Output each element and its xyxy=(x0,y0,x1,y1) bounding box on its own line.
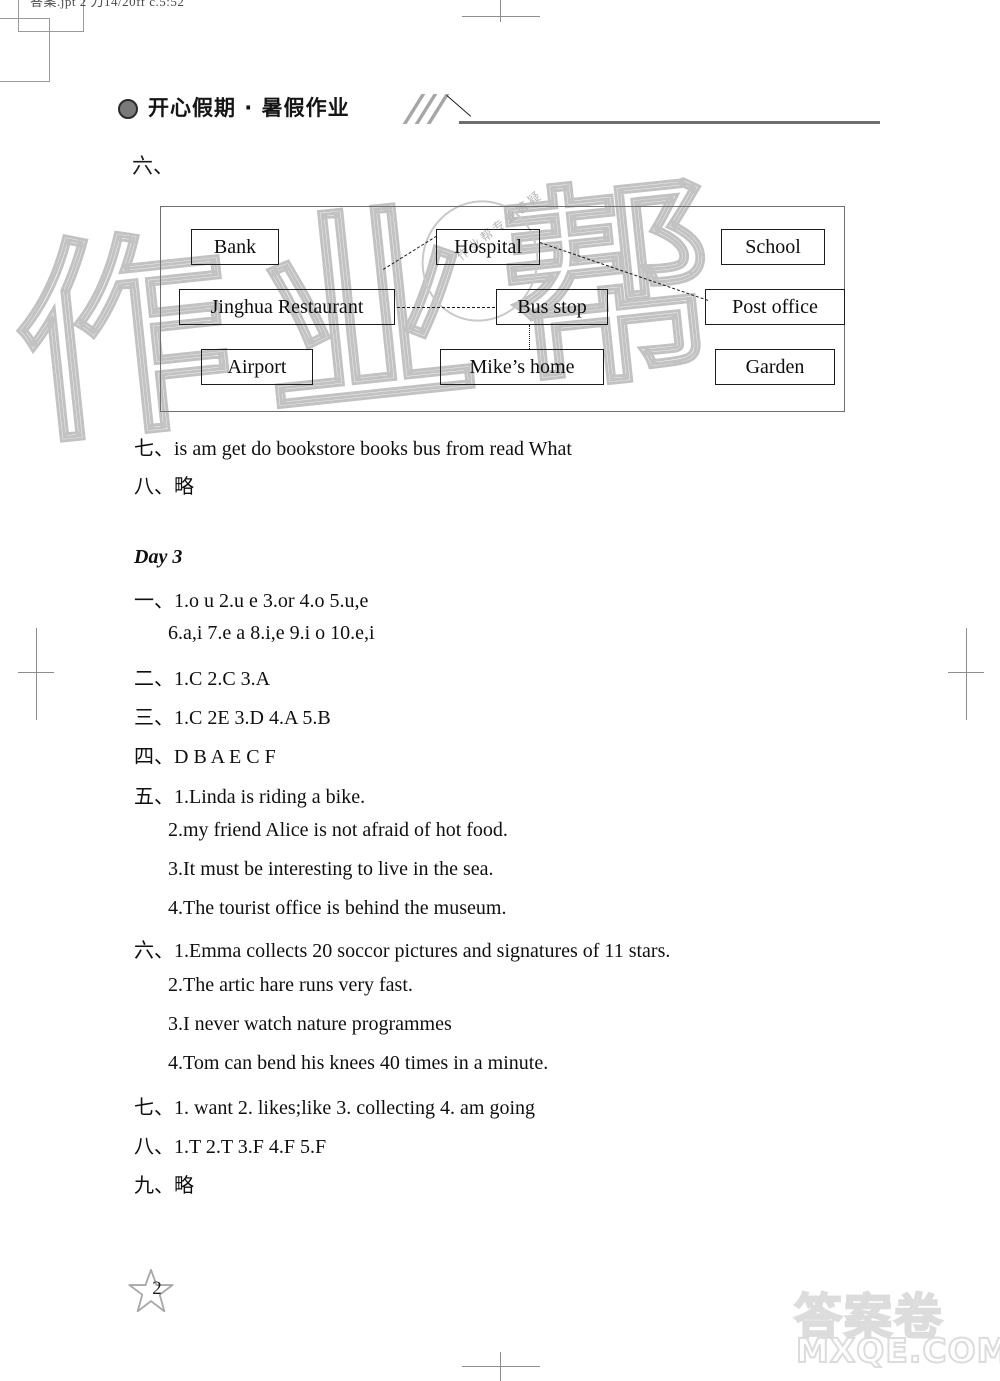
link-jinghua-to-busstop xyxy=(397,307,495,308)
answer-text: 2.my friend Alice is not afraid of hot f… xyxy=(168,819,508,841)
answer-text: 4.The tourist office is behind the museu… xyxy=(168,897,507,919)
link-busstop-to-mikeshome xyxy=(529,325,530,349)
answer-marker: 六、 xyxy=(134,938,174,962)
day-label: Day 3 xyxy=(134,546,183,568)
map-box-airport[interactable]: Airport xyxy=(201,349,313,385)
answer-marker: 八、 xyxy=(134,1134,174,1158)
day3-item-5-line-2: 2.my friend Alice is not afraid of hot f… xyxy=(168,819,508,842)
map-box-bank[interactable]: Bank xyxy=(191,229,279,265)
answer-text: 1.T 2.T 3.F 4.F 5.F xyxy=(174,1136,327,1158)
watermark-corner-en: MXQE.COM xyxy=(795,1330,1000,1371)
map-diagram: Bank Hospital School Jinghua Restaurant … xyxy=(160,206,845,412)
crop-mark-top-center-h xyxy=(462,16,540,17)
map-box-school[interactable]: School xyxy=(721,229,825,265)
crop-mark-bottom-center-h xyxy=(462,1366,540,1367)
answer-text: 略 xyxy=(174,474,194,498)
answer-text: 3.It must be interesting to live in the … xyxy=(168,858,494,880)
day3-item-1-line-1: 一、1.o u 2.u e 3.or 4.o 5.u,e xyxy=(134,584,368,613)
day3-item-4-line-1: 四、D B A E C F xyxy=(134,740,276,769)
answer-text: D B A E C F xyxy=(174,746,276,768)
answer-text: is am get do bookstore books bus from re… xyxy=(174,438,572,460)
crop-mark-left-h xyxy=(18,672,54,673)
page-top-cut-text: 答案.jpt 2 刀14/20ff c.5:52 xyxy=(30,0,185,9)
answer-text: 2.The artic hare runs very fast. xyxy=(168,974,413,996)
map-box-jinghua-restaurant[interactable]: Jinghua Restaurant xyxy=(179,289,395,325)
day3-item-7-line-1: 七、1. want 2. likes;like 3. collecting 4.… xyxy=(134,1091,535,1120)
answer-text: 1.o u 2.u e 3.or 4.o 5.u,e xyxy=(174,590,369,612)
answer-marker: 七、 xyxy=(134,1095,174,1119)
map-box-hospital[interactable]: Hospital xyxy=(436,229,540,265)
day3-item-6-line-3: 3.I never watch nature programmes xyxy=(168,1013,452,1036)
answer-marker: 九、 xyxy=(134,1173,174,1197)
map-box-garden[interactable]: Garden xyxy=(715,349,835,385)
answer-marker: 二、 xyxy=(134,666,174,690)
circle-bullet-icon xyxy=(118,99,138,119)
page-number: 2 xyxy=(152,1278,162,1299)
answer-marker: 七、 xyxy=(134,436,174,460)
answer-marker: 四、 xyxy=(134,744,174,768)
crop-mark-top-left-inner xyxy=(0,18,50,82)
crop-mark-right-v xyxy=(966,628,967,720)
answer-text: 3.I never watch nature programmes xyxy=(168,1013,452,1035)
crop-mark-top-center-v xyxy=(500,0,501,22)
answer-text: 1. want 2. likes;like 3. collecting 4. a… xyxy=(174,1097,536,1119)
running-header: 开心假期 · 暑假作业 xyxy=(118,92,880,138)
header-title: 开心假期 · 暑假作业 xyxy=(148,96,350,120)
answer-text: 4.Tom can bend his knees 40 times in a m… xyxy=(168,1052,549,1074)
day3-item-5-line-1: 五、1.Linda is riding a bike. xyxy=(134,780,365,809)
answer-marker: 五、 xyxy=(134,784,174,808)
watermark-corner: 答案卷 MXQE.COM xyxy=(788,1275,1000,1373)
day3-item-1-line-2: 6.a,i 7.e a 8.i,e 9.i o 10.e,i xyxy=(168,622,375,645)
crop-mark-left-v xyxy=(36,628,37,720)
day3-item-6-line-4: 4.Tom can bend his knees 40 times in a m… xyxy=(168,1052,548,1075)
header-rule xyxy=(459,121,880,124)
day3-item-6-line-1: 六、1.Emma collects 20 soccor pictures and… xyxy=(134,934,670,963)
answer-text: 6.a,i 7.e a 8.i,e 9.i o 10.e,i xyxy=(168,622,375,644)
day3-item-8-line-1: 八、1.T 2.T 3.F 4.F 5.F xyxy=(134,1130,326,1159)
day3-item-2-line-1: 二、1.C 2.C 3.A xyxy=(134,662,270,691)
day3-item-3-line-1: 三、1.C 2E 3.D 4.A 5.B xyxy=(134,701,331,730)
link-jinghua-to-hospital xyxy=(383,235,437,270)
map-section-marker: 六、 xyxy=(132,154,174,178)
map-box-mikes-home[interactable]: Mike’s home xyxy=(440,349,604,385)
answer-text: 1.Emma collects 20 soccor pictures and s… xyxy=(174,940,671,962)
map-box-post-office[interactable]: Post office xyxy=(705,289,845,325)
answer-line-7-pre: 七、is am get do bookstore books bus from … xyxy=(134,432,572,461)
answer-marker: 八、 xyxy=(134,474,174,498)
answer-marker: 一、 xyxy=(134,588,174,612)
answer-marker: 三、 xyxy=(134,705,174,729)
map-box-bus-stop[interactable]: Bus stop xyxy=(496,289,608,325)
answer-text: 1.Linda is riding a bike. xyxy=(174,786,366,808)
day3-item-9-line-1: 九、略 xyxy=(134,1169,194,1198)
answer-text: 1.C 2E 3.D 4.A 5.B xyxy=(174,707,331,729)
watermark-corner-cn: 答案卷 xyxy=(793,1288,945,1346)
day3-item-5-line-3: 3.It must be interesting to live in the … xyxy=(168,858,494,881)
day3-item-6-line-2: 2.The artic hare runs very fast. xyxy=(168,974,413,997)
answer-text: 略 xyxy=(174,1173,194,1197)
day3-item-5-line-4: 4.The tourist office is behind the museu… xyxy=(168,897,506,920)
answer-text: 1.C 2.C 3.A xyxy=(174,668,271,690)
crop-mark-right-h xyxy=(948,672,984,673)
answer-line-8-pre: 八、略 xyxy=(134,470,194,499)
